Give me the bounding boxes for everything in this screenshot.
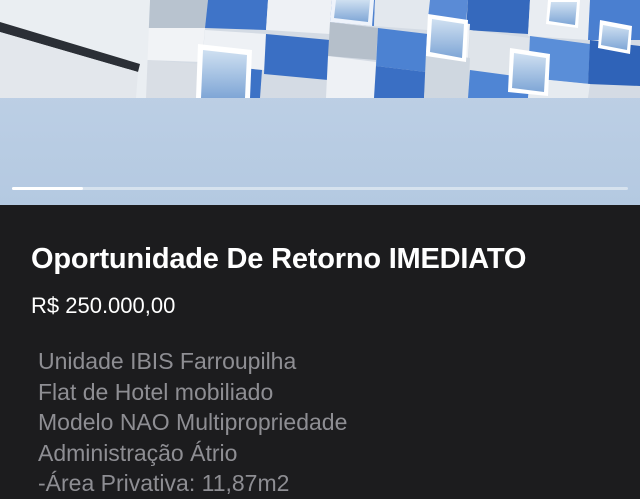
description-line: Unidade IBIS Farroupilha [38, 348, 297, 374]
listing-details: Oportunidade De Retorno IMEDIATO R$ 250.… [0, 205, 640, 496]
building-facade-photo [0, 0, 640, 205]
photo-carousel[interactable] [0, 0, 640, 205]
listing-title: Oportunidade De Retorno IMEDIATO [31, 243, 527, 275]
carousel-progress-indicator [12, 187, 83, 190]
carousel-progress-bar [12, 187, 628, 190]
listing-price: R$ 250.000,00 [31, 293, 176, 318]
description-line: Administração Átrio [38, 439, 238, 466]
description-line: -Área Privativa: 11,87m2 [38, 470, 290, 496]
listing-description: Unidade IBIS Farroupilha Flat de Hotel mo… [38, 346, 347, 499]
description-line: Modelo NAO Multipropriedade [38, 409, 348, 435]
description-line: Flat de Hotel mobiliado [38, 378, 274, 405]
